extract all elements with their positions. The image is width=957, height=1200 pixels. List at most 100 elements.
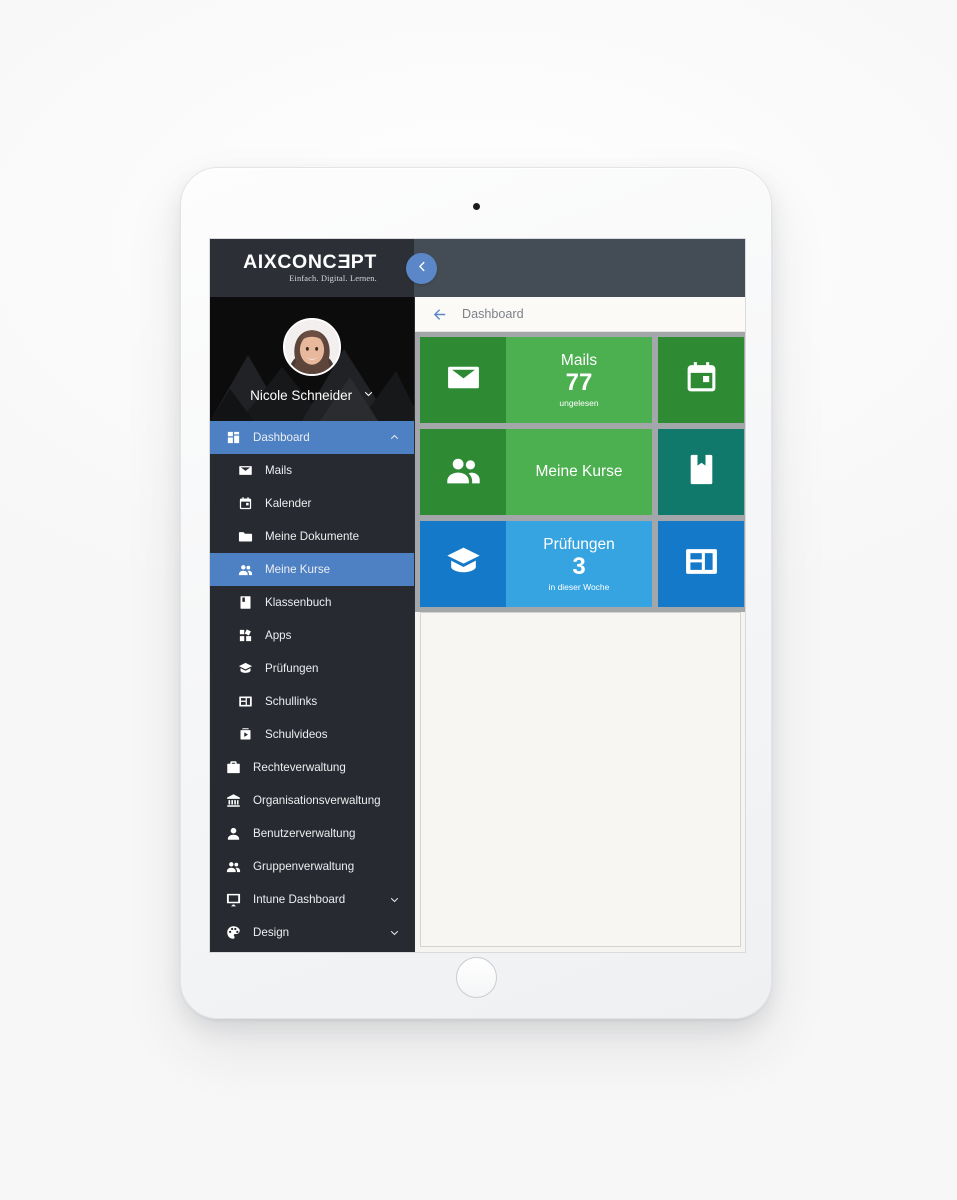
sidebar-item-design[interactable]: Design xyxy=(210,916,414,949)
people-icon xyxy=(445,451,482,493)
sidebar-item-gruppenverwaltung[interactable]: Gruppenverwaltung xyxy=(210,850,414,883)
sidebar-item-label: Dashboard xyxy=(253,431,310,444)
sidebar-menu: Dashboard Mails Kalender Meine Dokumente Mei… xyxy=(210,421,414,949)
web-layout-icon xyxy=(237,693,254,710)
sidebar-item-label: Organisationsverwaltung xyxy=(253,794,381,807)
chevron-down-icon[interactable] xyxy=(389,927,400,938)
profile-card[interactable]: Nicole Schneider xyxy=(210,297,414,421)
envelope-icon xyxy=(237,462,254,479)
briefcase-icon xyxy=(225,759,242,776)
sidebar-item-label: Klassenbuch xyxy=(265,596,332,609)
sidebar-item-label: Meine Dokumente xyxy=(265,530,360,543)
web-layout-icon xyxy=(683,543,720,585)
tile-klassenbuch[interactable] xyxy=(658,429,744,515)
breadcrumb: Dashboard xyxy=(415,297,745,332)
tile-title: Mails xyxy=(560,352,598,370)
calendar-icon xyxy=(237,495,254,512)
envelope-icon xyxy=(445,359,482,401)
sidebar-item-schullinks[interactable]: Schullinks xyxy=(210,685,414,718)
sidebar-item-meine-dokumente[interactable]: Meine Dokumente xyxy=(210,520,414,553)
sidebar-item-label: Design xyxy=(253,926,290,939)
sidebar: Nicole Schneider Dashboard Mails Kalender M… xyxy=(210,297,414,952)
person-icon xyxy=(225,825,242,842)
dashboard-grid-icon xyxy=(225,429,242,446)
chevron-left-icon xyxy=(414,259,429,279)
sidebar-item-label: Meine Kurse xyxy=(265,563,331,576)
apps-grid-icon xyxy=(237,627,254,644)
content-pane xyxy=(420,612,741,947)
sidebar-item-intune-dashboard[interactable]: Intune Dashboard xyxy=(210,883,414,916)
sidebar-item-kalender[interactable]: Kalender xyxy=(210,487,414,520)
tile-subtitle: in dieser Woche xyxy=(548,581,610,592)
bank-icon xyxy=(225,792,242,809)
sidebar-item-pr-fungen[interactable]: Prüfungen xyxy=(210,652,414,685)
tile-icon-panel xyxy=(658,521,744,607)
sidebar-item-mails[interactable]: Mails xyxy=(210,454,414,487)
collapse-sidebar-button[interactable] xyxy=(406,253,437,284)
avatar xyxy=(283,318,341,376)
tablet-device: AIXCONCEPT Einfach. Digital. Lernen. Nic… xyxy=(180,167,772,1019)
home-button[interactable] xyxy=(455,957,497,998)
sidebar-item-label: Apps xyxy=(265,629,292,642)
tile-mails[interactable]: Mails 77 ungelesen xyxy=(420,337,652,423)
folder-icon xyxy=(237,528,254,545)
tile-grid: Mails 77 ungelesen Meine Kurse Prüfungen 3 in … xyxy=(415,332,745,612)
video-icon xyxy=(237,726,254,743)
tablet-screen: AIXCONCEPT Einfach. Digital. Lernen. Nic… xyxy=(209,238,746,953)
sidebar-item-dashboard[interactable]: Dashboard xyxy=(210,421,414,454)
sidebar-item-organisationsverwaltung[interactable]: Organisationsverwaltung xyxy=(210,784,414,817)
people-icon xyxy=(237,561,254,578)
sidebar-item-rechteverwaltung[interactable]: Rechteverwaltung xyxy=(210,751,414,784)
tile-schullinks[interactable] xyxy=(658,521,744,607)
chevron-up-icon[interactable] xyxy=(389,432,400,443)
camera-dot-icon xyxy=(472,203,480,210)
top-bar: AIXCONCEPT Einfach. Digital. Lernen. xyxy=(210,239,745,297)
sidebar-item-schulvideos[interactable]: Schulvideos xyxy=(210,718,414,751)
sidebar-item-label: Prüfungen xyxy=(265,662,319,675)
brand-name-reversed-e: E xyxy=(337,250,351,273)
profile-name[interactable]: Nicole Schneider xyxy=(210,387,414,403)
scene: AIXCONCEPT Einfach. Digital. Lernen. Nic… xyxy=(0,0,957,1200)
tile-icon-panel xyxy=(658,429,744,515)
tile-subtitle: ungelesen xyxy=(559,397,599,408)
tile-meine-kurse[interactable]: Meine Kurse xyxy=(420,429,652,515)
tile-pruefungen[interactable]: Prüfungen 3 in dieser Woche xyxy=(420,521,652,607)
people-icon xyxy=(225,858,242,875)
tile-title: Prüfungen xyxy=(543,536,615,554)
sidebar-item-label: Schullinks xyxy=(265,695,318,708)
brand-logo: AIXCONCEPT Einfach. Digital. Lernen. xyxy=(243,250,381,284)
tile-body: Meine Kurse xyxy=(506,429,652,515)
brand-header: AIXCONCEPT Einfach. Digital. Lernen. xyxy=(210,239,414,297)
tile-icon-panel xyxy=(658,337,744,423)
sidebar-item-meine-kurse[interactable]: Meine Kurse xyxy=(210,553,414,586)
sidebar-item-benutzerverwaltung[interactable]: Benutzerverwaltung xyxy=(210,817,414,850)
tile-row: Meine Kurse xyxy=(420,429,744,515)
book-icon xyxy=(237,594,254,611)
tile-icon-panel xyxy=(420,337,506,423)
sidebar-item-label: Benutzerverwaltung xyxy=(253,827,356,840)
main-panel: Dashboard Mails 77 ungelesen Meine Kurse Prü… xyxy=(414,297,745,952)
tile-kalender[interactable] xyxy=(658,337,744,423)
sidebar-item-apps[interactable]: Apps xyxy=(210,619,414,652)
bookmark-book-icon xyxy=(683,451,720,493)
arrow-left-icon[interactable] xyxy=(431,306,448,323)
palette-icon xyxy=(225,924,242,941)
tile-title: Meine Kurse xyxy=(535,463,623,481)
sidebar-item-label: Intune Dashboard xyxy=(253,893,346,906)
tile-icon-panel xyxy=(420,429,506,515)
top-bar-right xyxy=(414,239,745,297)
sidebar-item-klassenbuch[interactable]: Klassenbuch xyxy=(210,586,414,619)
tile-row: Prüfungen 3 in dieser Woche xyxy=(420,521,744,607)
brand-name: AIXCONCEPT xyxy=(243,250,377,273)
tile-body: Mails 77 ungelesen xyxy=(506,337,652,423)
chevron-down-icon xyxy=(363,387,374,402)
graduation-cap-icon xyxy=(237,660,254,677)
tile-icon-panel xyxy=(420,521,506,607)
brand-name-before: AIXCONC xyxy=(243,250,338,273)
tile-value: 3 xyxy=(572,553,586,581)
brand-name-after: PT xyxy=(350,250,377,273)
breadcrumb-title: Dashboard xyxy=(462,307,524,321)
chevron-down-icon[interactable] xyxy=(389,894,400,905)
sidebar-item-label: Kalender xyxy=(265,497,312,510)
brand-tagline: Einfach. Digital. Lernen. xyxy=(289,274,377,284)
